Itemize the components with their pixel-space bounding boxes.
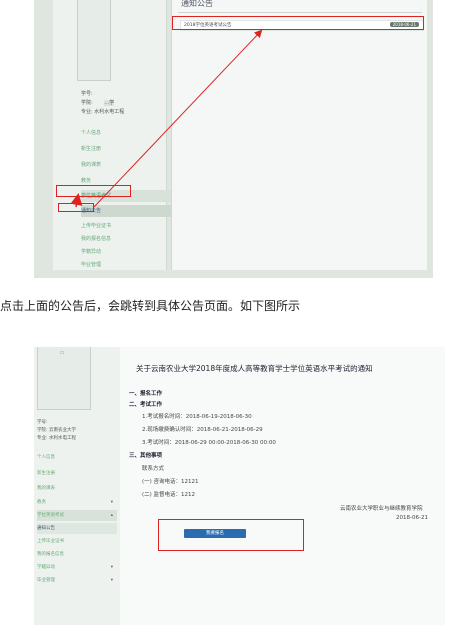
college-line: 学院: 云南农业大学 bbox=[37, 428, 76, 433]
schedule-line: 1.考试报名时间：2018-06-19-2018-06-30 bbox=[142, 414, 252, 420]
signature: 云南农业大学职业与继续教育学院 bbox=[340, 506, 423, 512]
sidebar: ▫ 学号: 学院: 云南农业大学 专业: 水利水电工程 个人信息 新生注册 我的… bbox=[34, 347, 121, 625]
notice-detail-panel: 关于云南农业大学2018年度成人高等教育学士学位英语水平考试的通知 一、报名工作… bbox=[120, 347, 445, 625]
section-heading: 一、报名工作 bbox=[129, 391, 163, 397]
notice-title: 关于云南农业大学2018年度成人高等教育学士学位英语水平考试的通知 bbox=[136, 364, 373, 373]
avatar: ▫ bbox=[37, 347, 91, 410]
schedule-line: 3.考试时间：2018-06-29 00:00-2018-06-30 00:00 bbox=[142, 440, 276, 446]
annotation-arrows bbox=[70, 29, 263, 208]
annotation-box-register bbox=[158, 519, 304, 551]
arrow-to-notice bbox=[93, 29, 263, 208]
contact-line: (一) 咨询电话：12121 bbox=[142, 479, 199, 485]
contact-label: 联系方式 bbox=[142, 466, 165, 472]
section-heading: 三、其他事项 bbox=[129, 453, 163, 459]
sign-date: 2018-06-21 bbox=[396, 515, 428, 521]
sidebar-item-profile[interactable]: 个人信息 bbox=[37, 452, 117, 463]
broken-image-icon: ▫ bbox=[60, 349, 65, 356]
sidebar-item-academic[interactable]: 教务▾ bbox=[37, 497, 117, 508]
sidebar-subitem-notices[interactable]: 通知公告 bbox=[37, 523, 117, 534]
screenshot-student-portal-notices: 学号: 学院: …学 专业: 水利水电工程 个人信息 新生注册 我的课表 教务▾… bbox=[34, 0, 433, 278]
screenshot-notice-detail: ▫ 学号: 学院: 云南农业大学 专业: 水利水电工程 个人信息 新生注册 我的… bbox=[34, 347, 445, 625]
sidebar-item-status-change[interactable]: 学籍异动▾ bbox=[37, 562, 117, 573]
schedule-line: 2.现场缴费确认时间：2018-06-21-2018-06-29 bbox=[142, 427, 263, 433]
sidebar-item-english-exam[interactable]: 学位英语考试▴ bbox=[37, 510, 117, 521]
contact-line: (二) 监督电话：1212 bbox=[142, 492, 196, 498]
sidebar-item-graduation[interactable]: 毕业管理▾ bbox=[37, 575, 117, 586]
major-line: 专业: 水利水电工程 bbox=[37, 436, 76, 441]
sidebar-subitem-my-registration[interactable]: 我的报名信息 bbox=[37, 549, 117, 560]
sidebar-item-registration[interactable]: 新生注册 bbox=[37, 468, 117, 479]
caption-text: 点击上面的公告后，会跳转到具体公告页面。如下图所示 bbox=[0, 299, 301, 313]
sidebar-subitem-upload-cert[interactable]: 上传毕业证书 bbox=[37, 536, 117, 547]
arrow-to-menu bbox=[70, 193, 83, 208]
student-id-line: 学号: bbox=[37, 420, 48, 425]
sidebar-item-timetable[interactable]: 我的课表 bbox=[37, 483, 117, 494]
section-heading: 二、考试工作 bbox=[129, 402, 163, 408]
